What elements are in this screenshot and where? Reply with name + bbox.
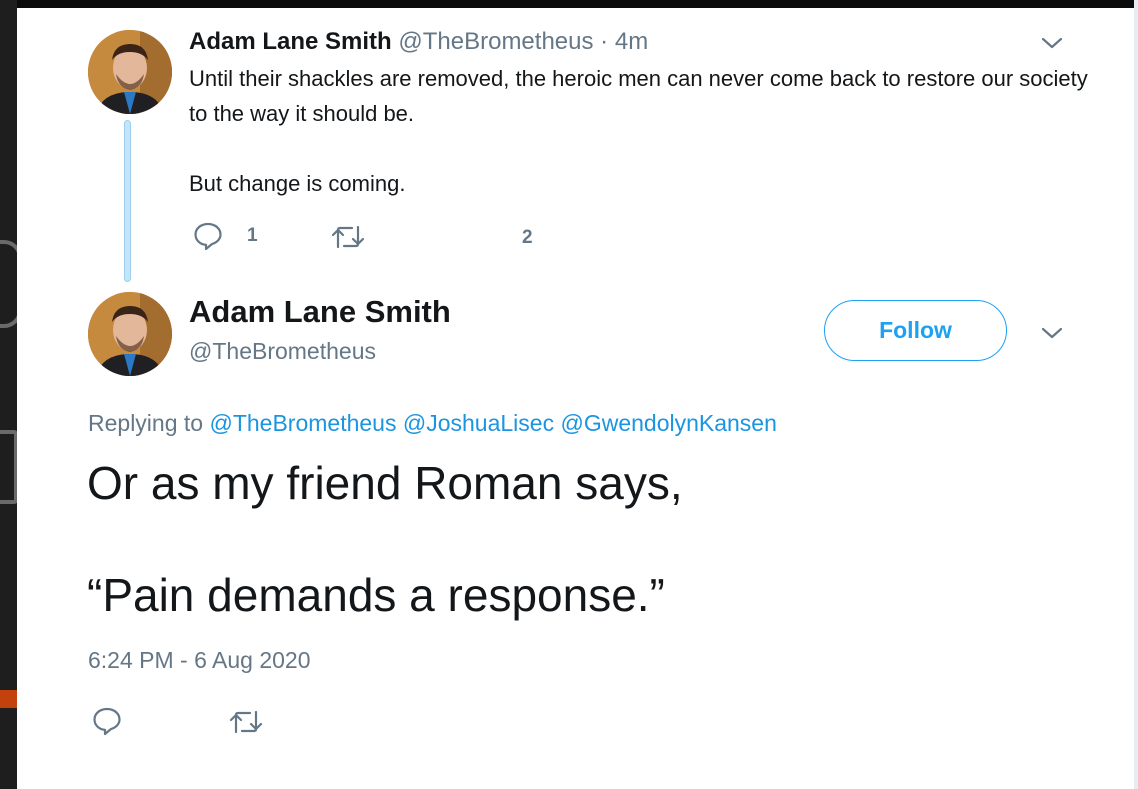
retweet-button[interactable] bbox=[229, 708, 263, 736]
chevron-down-icon[interactable] bbox=[1040, 31, 1064, 55]
avatar[interactable] bbox=[88, 292, 172, 376]
avatar[interactable] bbox=[88, 30, 172, 114]
background-strip bbox=[0, 0, 17, 789]
reply-count: 1 bbox=[247, 225, 258, 246]
tweet-header: Adam Lane Smith @TheBrometheus · 4m bbox=[189, 28, 648, 56]
mention-link[interactable]: @JoshuaLisec bbox=[403, 410, 554, 436]
author-name[interactable]: Adam Lane Smith bbox=[189, 294, 451, 330]
tweet-paragraph: Until their shackles are removed, the he… bbox=[189, 66, 1088, 126]
reply-icon bbox=[93, 707, 121, 736]
window-top-edge bbox=[0, 0, 1138, 8]
separator-dot: · bbox=[600, 28, 609, 55]
chevron-down-icon[interactable] bbox=[1040, 321, 1064, 345]
thread-connector-line bbox=[124, 120, 131, 282]
tweet-text: Until their shackles are removed, the he… bbox=[189, 61, 1089, 201]
tweet-text: Or as my friend Roman says, “Pain demand… bbox=[87, 455, 1087, 623]
tweet-thread-card: Adam Lane Smith @TheBrometheus · 4m Unti… bbox=[17, 8, 1134, 789]
author-handle[interactable]: @TheBrometheus bbox=[189, 336, 376, 366]
reply-button[interactable] bbox=[92, 706, 122, 736]
retweet-icon bbox=[331, 225, 365, 249]
mention-link[interactable]: @GwendolynKansen bbox=[560, 410, 776, 436]
relative-time[interactable]: 4m bbox=[615, 28, 648, 55]
tweet-paragraph: Or as my friend Roman says, bbox=[87, 457, 683, 509]
retweet-button[interactable] bbox=[331, 223, 365, 251]
tweet-timestamp[interactable]: 6:24 PM - 6 Aug 2020 bbox=[88, 645, 311, 675]
tweet-paragraph: But change is coming. bbox=[189, 171, 406, 196]
retweet-icon bbox=[229, 710, 263, 734]
tweet-paragraph: “Pain demands a response.” bbox=[87, 569, 665, 621]
like-count[interactable]: 2 bbox=[522, 227, 533, 249]
replying-to-label: Replying to bbox=[88, 410, 204, 436]
follow-button[interactable]: Follow bbox=[824, 300, 1007, 361]
card-border bbox=[1134, 0, 1138, 789]
reply-button[interactable]: 1 bbox=[193, 221, 258, 251]
replying-to-line: Replying to @TheBrometheus @JoshuaLisec … bbox=[88, 408, 777, 438]
reply-icon bbox=[194, 222, 222, 251]
author-handle[interactable]: @TheBrometheus bbox=[398, 28, 593, 55]
mention-link[interactable]: @TheBrometheus bbox=[209, 410, 396, 436]
author-name[interactable]: Adam Lane Smith bbox=[189, 28, 392, 55]
